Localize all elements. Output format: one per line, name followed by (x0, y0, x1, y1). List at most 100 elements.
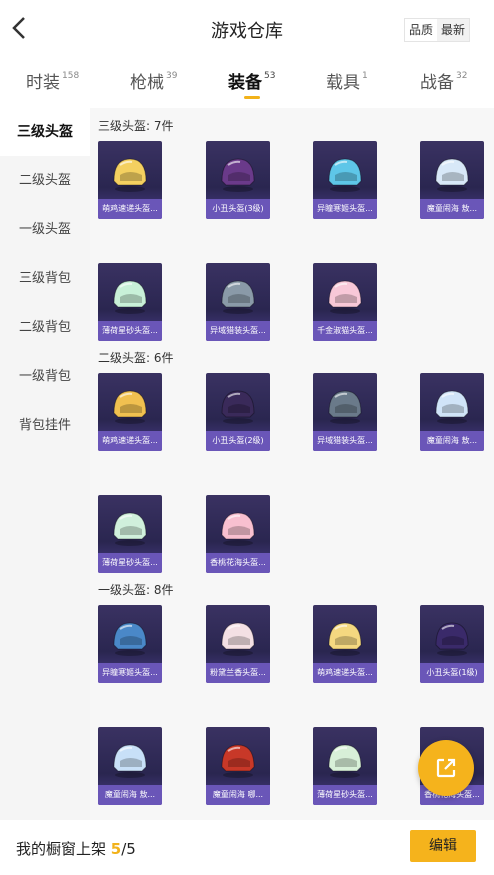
item-card[interactable]: 薄荷星砂头盔... (98, 495, 162, 573)
helmet-icon (113, 158, 147, 192)
footer-bar: 我的橱窗上架 5/5 编辑 (0, 820, 494, 875)
tab-count: 32 (456, 71, 468, 82)
item-label: 异域猎装头盔... (206, 321, 270, 341)
item-label: 薄荷星砂头盔... (98, 321, 162, 341)
item-card[interactable]: 小丑头盔(1级) (420, 605, 484, 683)
section-title: 二级头盔: 6件 (98, 351, 174, 365)
item-label: 萌鸡速递头盔... (98, 199, 162, 219)
section-title: 一级头盔: 8件 (98, 583, 174, 597)
item-label: 魔童闹海 敖... (98, 785, 162, 805)
item-card[interactable]: 小丑头盔(2级) (206, 373, 270, 451)
item-card[interactable]: 魔童闹海 敖... (420, 373, 484, 451)
item-label: 千金淑猫头盔... (313, 321, 377, 341)
item-label: 小丑头盔(3级) (206, 199, 270, 219)
item-card[interactable]: 魔童闹海 敖... (98, 727, 162, 805)
tab-count: 158 (62, 71, 80, 82)
showcase-total-count: /5 (121, 840, 136, 858)
sidebar-item-level3-helmet[interactable]: 三级头盔 (0, 108, 90, 156)
share-button[interactable] (418, 740, 474, 796)
item-card[interactable]: 萌鸡速递头盔... (98, 141, 162, 219)
item-card[interactable]: 异瞳寒姬头盔... (98, 605, 162, 683)
showcase-label: 我的橱窗上架 (16, 840, 107, 858)
sort-latest-option[interactable]: 最新 (437, 19, 469, 41)
tab-label: 枪械 (130, 73, 164, 93)
item-card[interactable]: 异域猎装头盔... (206, 263, 270, 341)
tab-count: 1 (362, 71, 368, 82)
item-label: 萌鸡速递头盔... (313, 663, 377, 683)
sidebar-item-level2-backpack[interactable]: 二级背包 (0, 304, 90, 352)
item-label: 薄荷星砂头盔... (313, 785, 377, 805)
helmet-icon (328, 744, 362, 778)
item-card[interactable]: 香桃花海头盔... (206, 495, 270, 573)
item-card[interactable]: 魔童闹海 哪... (206, 727, 270, 805)
tab-label: 时装 (26, 73, 60, 93)
section-title: 三级头盔: 7件 (98, 119, 174, 133)
helmet-icon (328, 390, 362, 424)
showcase-current-count: 5 (110, 840, 122, 858)
sidebar-item-level2-helmet[interactable]: 二级头盔 (0, 157, 90, 205)
helmet-icon (221, 744, 255, 778)
sidebar: 三级头盔 二级头盔 一级头盔 三级背包 二级背包 一级背包 背包挂件 (0, 108, 90, 820)
item-label: 香桃花海头盔... (206, 553, 270, 573)
tab-supplies[interactable]: 战备 32 (420, 68, 467, 93)
tab-count: 39 (166, 71, 178, 82)
tab-vehicles[interactable]: 载具 1 (326, 68, 368, 93)
sidebar-item-backpack-charm[interactable]: 背包挂件 (0, 402, 90, 450)
item-card[interactable]: 小丑头盔(3级) (206, 141, 270, 219)
helmet-icon (113, 744, 147, 778)
tab-label: 战备 (420, 73, 454, 93)
edit-button[interactable]: 编辑 (410, 830, 476, 862)
tab-label: 装备 (228, 73, 262, 93)
active-tab-indicator (244, 96, 260, 99)
item-label: 魔童闹海 哪... (206, 785, 270, 805)
helmet-icon (221, 622, 255, 656)
item-label: 异域猎装头盔... (313, 431, 377, 451)
item-label: 魔童闹海 敖... (420, 431, 484, 451)
tab-fashion[interactable]: 时装 158 (26, 68, 79, 93)
helmet-icon (221, 280, 255, 314)
sidebar-item-level1-helmet[interactable]: 一级头盔 (0, 206, 90, 254)
item-label: 异瞳寒姬头盔... (98, 663, 162, 683)
category-tabs: 时装 158 枪械 39 装备 53 载具 1 战备 32 (0, 62, 494, 106)
helmet-icon (435, 390, 469, 424)
helmet-icon (221, 390, 255, 424)
item-card[interactable]: 异域猎装头盔... (313, 373, 377, 451)
sidebar-item-level1-backpack[interactable]: 一级背包 (0, 353, 90, 401)
item-label: 小丑头盔(1级) (420, 663, 484, 683)
tab-label: 载具 (326, 73, 360, 93)
sort-quality-option[interactable]: 品质 (405, 19, 438, 41)
item-grid: 三级头盔: 7件萌鸡速递头盔... 小丑头盔(3级) 异瞳寒姬头盔... 魔童闹海 敖… (90, 108, 494, 820)
helmet-icon (328, 280, 362, 314)
tab-count: 53 (264, 71, 276, 82)
item-card[interactable]: 萌鸡速递头盔... (98, 373, 162, 451)
item-card[interactable]: 魔童闹海 敖... (420, 141, 484, 219)
item-label: 薄荷星砂头盔... (98, 553, 162, 573)
helmet-icon (113, 622, 147, 656)
sidebar-item-level3-backpack[interactable]: 三级背包 (0, 255, 90, 303)
item-label: 小丑头盔(2级) (206, 431, 270, 451)
item-card[interactable]: 千金淑猫头盔... (313, 263, 377, 341)
helmet-icon (221, 158, 255, 192)
helmet-icon (435, 622, 469, 656)
tab-firearms[interactable]: 枪械 39 (130, 68, 177, 93)
helmet-icon (221, 512, 255, 546)
item-card[interactable]: 异瞳寒姬头盔... (313, 141, 377, 219)
item-label: 魔童闹海 敖... (420, 199, 484, 219)
tab-equipment[interactable]: 装备 53 (228, 68, 275, 93)
helmet-icon (328, 622, 362, 656)
share-icon (436, 758, 456, 778)
helmet-icon (328, 158, 362, 192)
item-card[interactable]: 薄荷星砂头盔... (98, 263, 162, 341)
sort-toggle: 品质 最新 (404, 18, 471, 42)
helmet-icon (113, 280, 147, 314)
item-label: 萌鸡速递头盔... (98, 431, 162, 451)
item-card[interactable]: 萌鸡速递头盔... (313, 605, 377, 683)
item-card[interactable]: 薄荷星砂头盔... (313, 727, 377, 805)
item-card[interactable]: 粉黛兰香头盔... (206, 605, 270, 683)
item-label: 粉黛兰香头盔... (206, 663, 270, 683)
helmet-icon (113, 390, 147, 424)
item-label: 异瞳寒姬头盔... (313, 199, 377, 219)
helmet-icon (435, 158, 469, 192)
helmet-icon (113, 512, 147, 546)
header: 游戏仓库 品质 最新 (0, 0, 494, 58)
